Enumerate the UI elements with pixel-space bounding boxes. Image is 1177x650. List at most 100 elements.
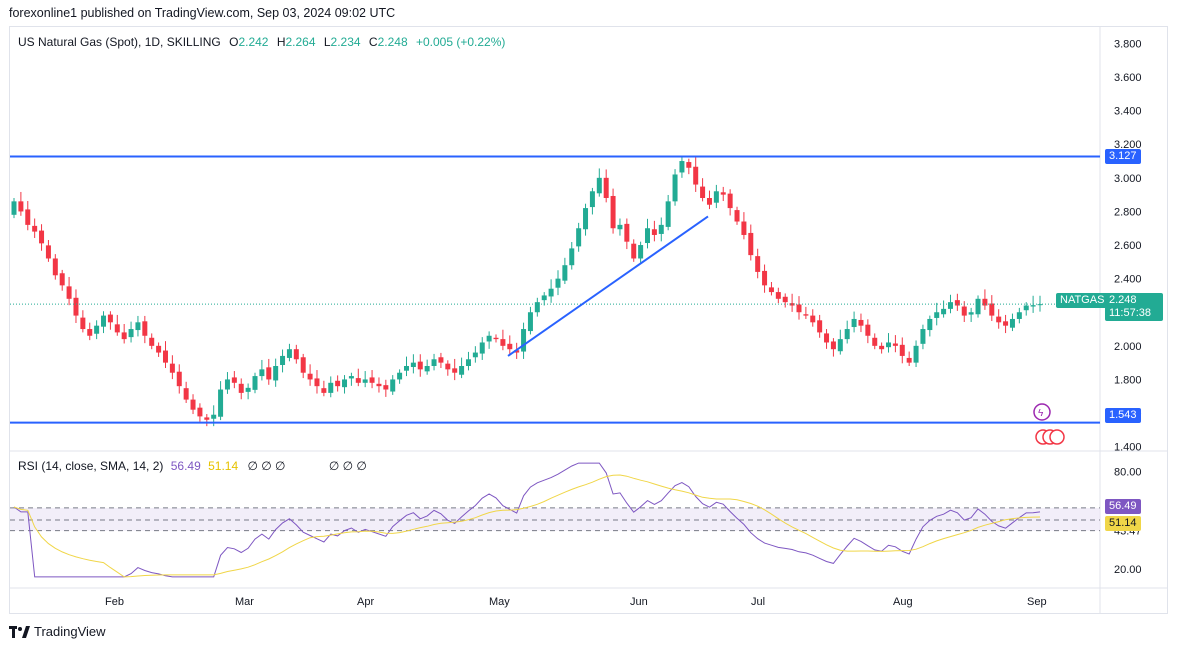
candle-body (521, 329, 527, 352)
candle-body (149, 337, 155, 346)
x-tick-label: Jun (630, 596, 648, 608)
last-price: 2.248 (1109, 294, 1137, 306)
candle-body (1016, 312, 1022, 319)
candle-body (286, 349, 292, 358)
candle-body (741, 221, 747, 235)
candle-body (548, 288, 554, 297)
candle-body (328, 382, 334, 393)
candle-body (541, 295, 547, 301)
candle-body (39, 230, 45, 244)
lightning-glyph: ϟ (1038, 408, 1044, 419)
x-tick-label: Jul (751, 596, 765, 608)
candle-body (768, 287, 774, 293)
candle-body (817, 320, 823, 333)
candle-body (59, 273, 65, 286)
candle-body (342, 379, 348, 388)
candle-body (355, 378, 361, 383)
candle-body (851, 318, 857, 328)
candle-body (403, 366, 409, 371)
candle-body (321, 388, 327, 393)
candle-body (562, 265, 568, 281)
candle-body (176, 371, 182, 387)
candle-body (66, 286, 72, 299)
low-label: L (323, 35, 331, 49)
candle-body (1023, 305, 1029, 311)
x-tick-label: Mar (235, 596, 254, 608)
candle-body (224, 379, 230, 390)
rsi-placeholders: ∅ ∅ ∅ (247, 459, 286, 473)
open-value: 2.242 (238, 35, 269, 49)
candle-body (45, 245, 51, 259)
y-tick-label: 2.400 (1114, 274, 1142, 286)
x-tick-label: Sep (1027, 596, 1047, 608)
candle-body (920, 329, 926, 344)
candle-body (596, 177, 602, 194)
candle-body (727, 193, 733, 209)
candle-body (837, 339, 843, 352)
y-tick-label: 2.000 (1114, 341, 1142, 353)
high-value: 2.264 (285, 35, 316, 49)
candle-body (651, 229, 657, 235)
candle-body (369, 377, 375, 383)
candle-body (204, 417, 210, 420)
candle-body (424, 366, 430, 372)
candle-body (686, 162, 692, 168)
rsi-value-tag: 56.49 (1105, 499, 1141, 514)
chart-svg[interactable]: ϟ 3.8003.6003.4003.2003.0002.8002.6002.4… (0, 0, 1177, 650)
candle-body (1009, 318, 1015, 328)
low-value: 2.234 (330, 35, 361, 49)
candle-body (534, 302, 540, 313)
candle-body (617, 224, 623, 230)
candle-body (507, 343, 513, 350)
candle-body (638, 245, 644, 259)
candle-body (472, 352, 478, 358)
y-tick-label: 3.800 (1114, 38, 1142, 50)
candle-body (899, 344, 905, 356)
candle-body (156, 345, 162, 353)
main-legend: US Natural Gas (Spot), 1D, SKILLING O2.2… (18, 35, 505, 49)
candle-body (810, 315, 816, 323)
candle-body (280, 355, 286, 365)
candle-body (80, 317, 86, 330)
sma-legend-value: 51.14 (208, 459, 239, 473)
candle-body (1003, 321, 1009, 326)
candle-body (314, 378, 320, 387)
candle-body (706, 198, 712, 205)
candle-body (755, 256, 761, 272)
candle-body (486, 335, 492, 342)
footer-brand[interactable]: TradingView (9, 624, 106, 639)
candle-body (390, 379, 396, 392)
candle-body (307, 373, 313, 380)
candle-body (589, 191, 595, 208)
candle-body (762, 270, 768, 286)
candle-body (734, 210, 740, 222)
candle-body (803, 314, 809, 316)
candle-body (679, 161, 685, 173)
change-value: +0.005 (+0.22%) (415, 35, 506, 49)
candle-body (879, 345, 885, 350)
candle-body (94, 325, 100, 334)
rsi-placeholders-2: ∅ ∅ ∅ (328, 459, 367, 473)
candle-body (748, 232, 754, 256)
candle-body (583, 208, 589, 230)
candle-body (858, 319, 864, 326)
y-tick-label: 2.800 (1114, 206, 1142, 218)
candle-body (397, 372, 403, 380)
candle-body (52, 258, 58, 276)
candle-body (892, 343, 898, 346)
candle-body (968, 312, 974, 315)
candle-body (775, 292, 781, 299)
candle-body (25, 209, 31, 225)
candle-body (782, 296, 788, 303)
candle-body (465, 359, 471, 366)
candle-body (934, 312, 940, 318)
candle-body (947, 302, 953, 309)
candle-body (383, 385, 389, 390)
candle-body (190, 399, 196, 410)
y-tick-label: 2.600 (1114, 240, 1142, 252)
candle-body (720, 192, 726, 195)
candle-body (830, 341, 836, 350)
symbol-tag: NATGAS (1056, 293, 1109, 308)
candle-body (438, 357, 444, 363)
candle-body (376, 383, 382, 387)
